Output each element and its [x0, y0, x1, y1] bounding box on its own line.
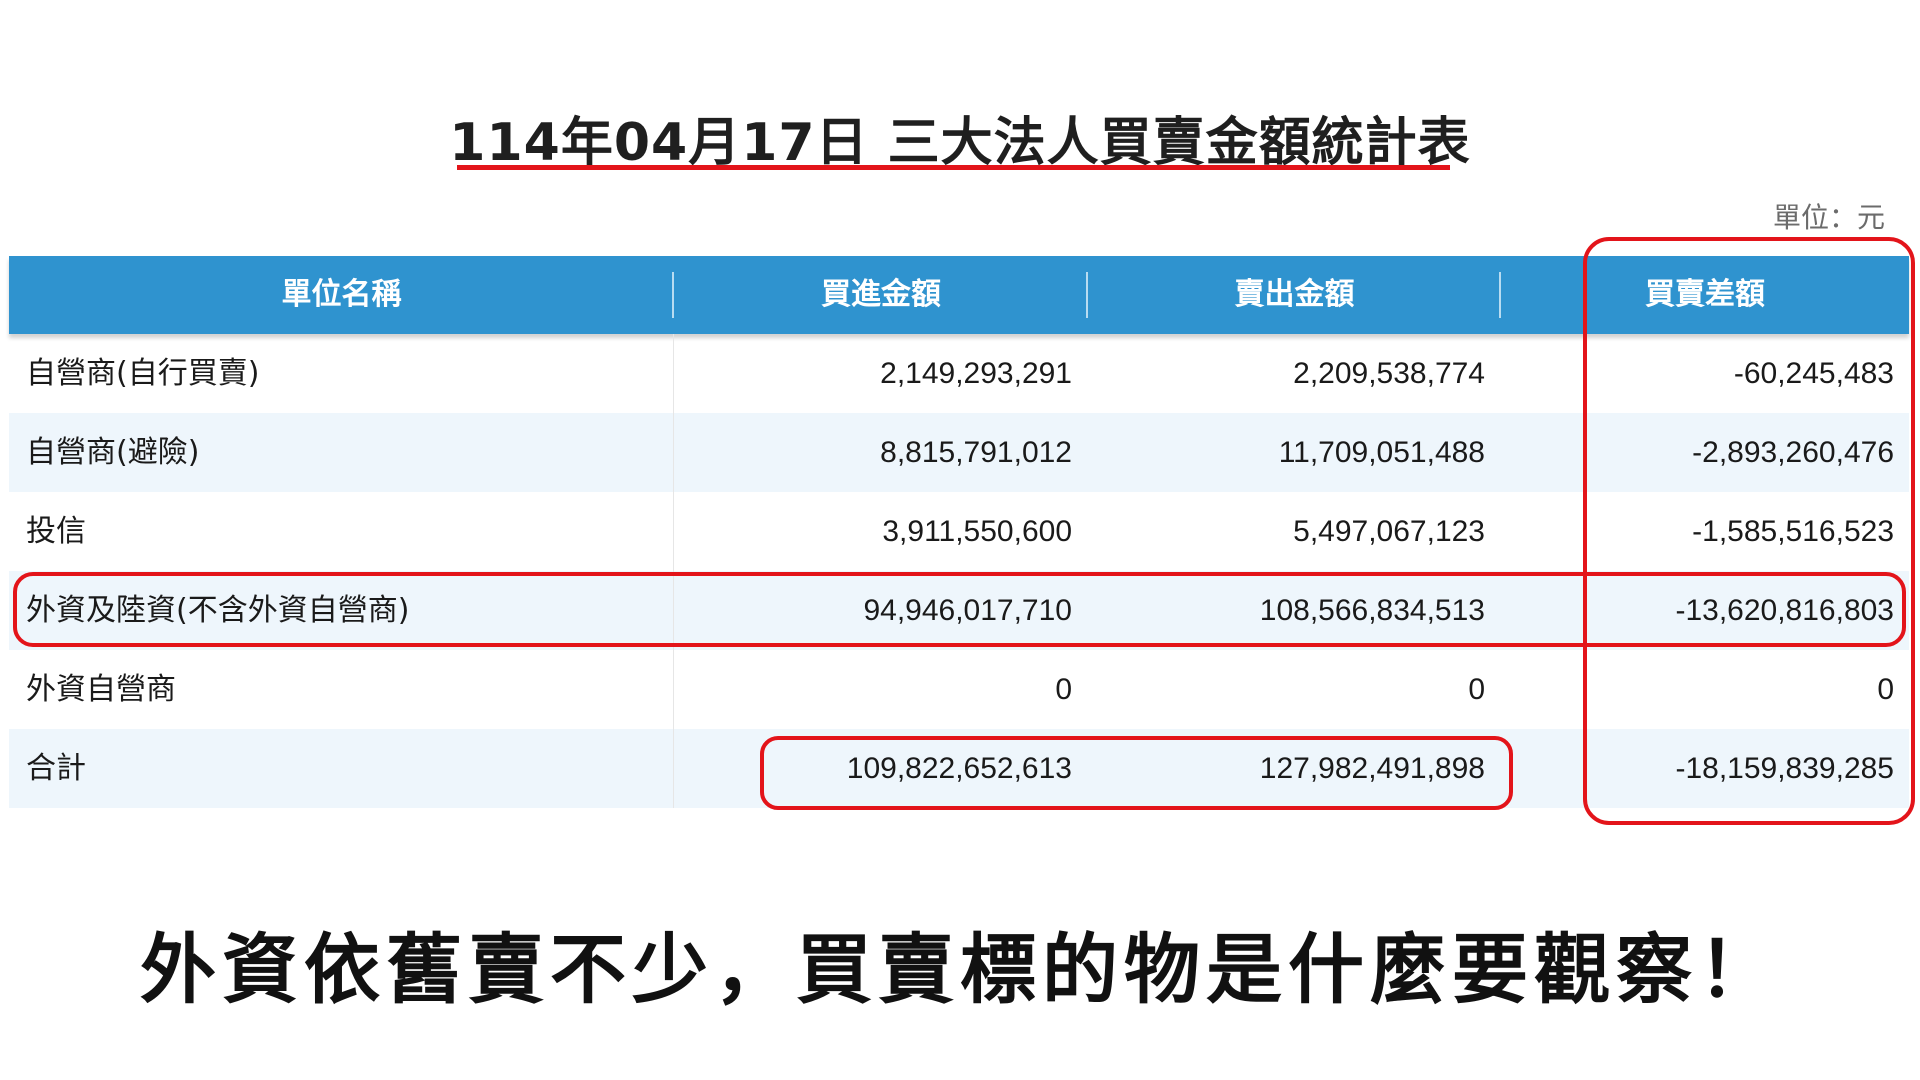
- caption-text: 外資依舊賣不少，買賣標的物是什麼要觀察！: [140, 925, 1780, 1014]
- row-sell: 2,209,538,774: [1293, 357, 1485, 390]
- row-sell: 5,497,067,123: [1293, 515, 1485, 548]
- row-buy: 8,815,791,012: [880, 436, 1072, 469]
- row-name: 投信: [9, 492, 674, 571]
- row-name: 自營商(避險): [9, 413, 674, 492]
- unit-label: 單位：元: [1772, 201, 1885, 234]
- row-buy: 3,911,550,600: [882, 515, 1072, 548]
- header-buy: 買進金額: [674, 256, 1088, 334]
- row-name: 外資自營商: [9, 650, 674, 729]
- row-sell: 0: [1468, 673, 1485, 706]
- row-name: 自營商(自行買賣): [9, 334, 674, 413]
- row-sell: 11,709,051,488: [1278, 436, 1485, 469]
- row-buy: 0: [1055, 673, 1072, 706]
- title-underline: [457, 165, 1450, 170]
- row-name: 合計: [9, 729, 674, 808]
- highlight-total-amounts: [760, 736, 1513, 810]
- highlight-foreign-row: [13, 572, 1906, 647]
- header-sell: 賣出金額: [1088, 256, 1501, 334]
- page-title: 114年04月17日 三大法人買賣金額統計表: [449, 113, 1471, 173]
- row-buy: 2,149,293,291: [880, 357, 1072, 390]
- header-name: 單位名稱: [9, 256, 674, 334]
- highlight-diff-column: [1583, 237, 1915, 825]
